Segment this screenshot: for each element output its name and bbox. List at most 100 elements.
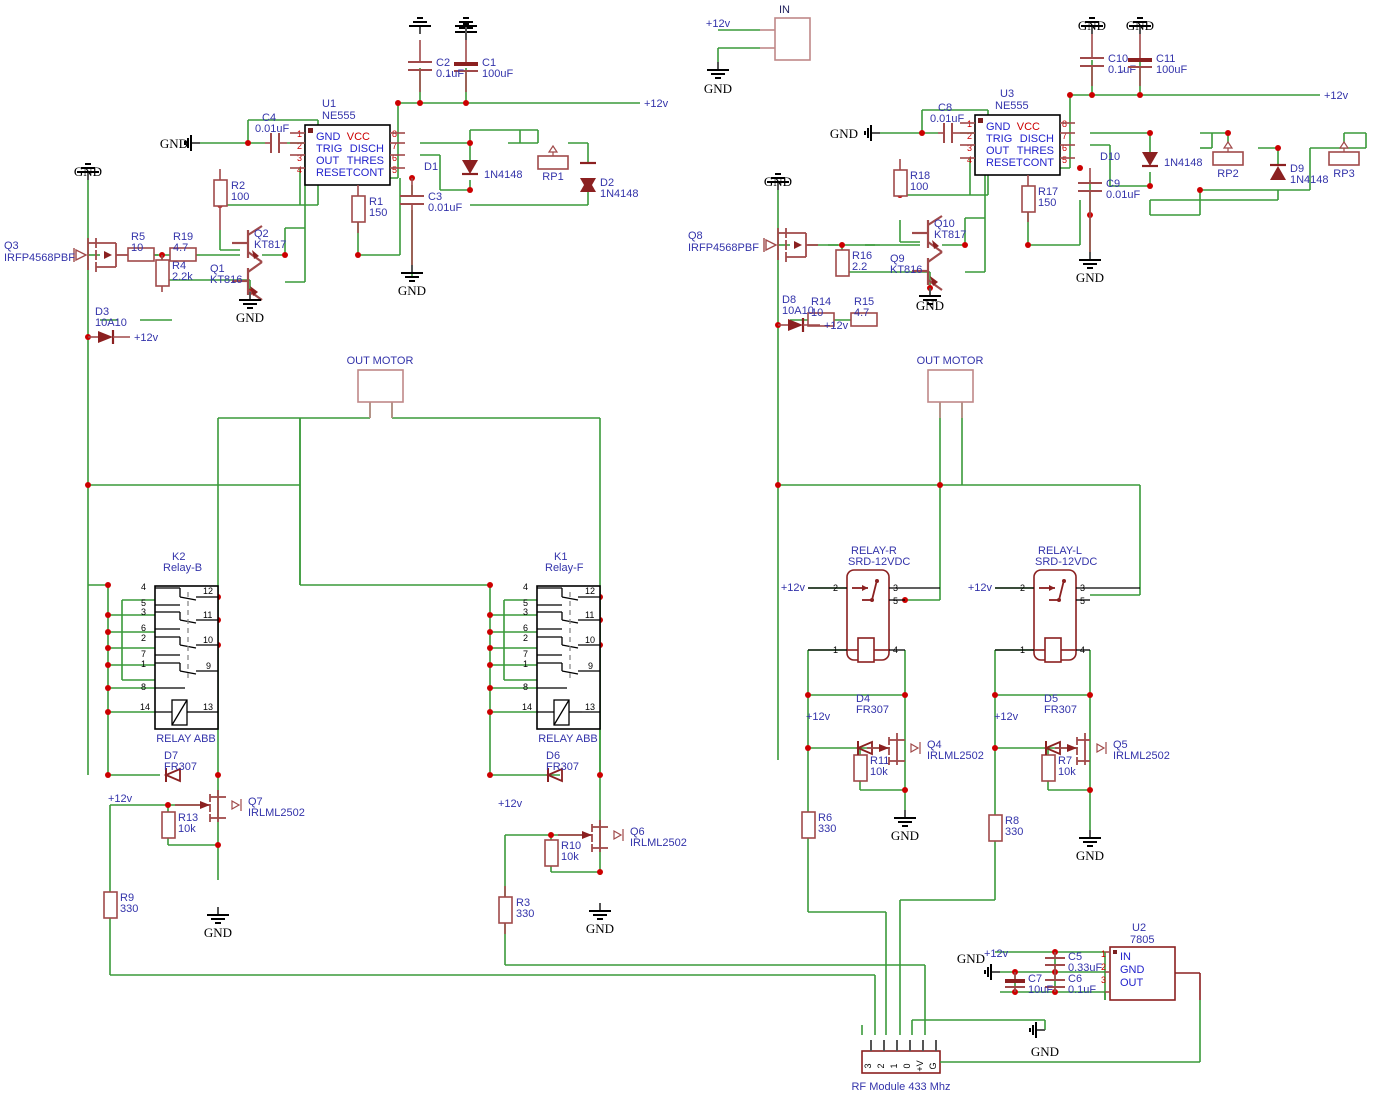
k2-pin-8: 8 [141,682,146,692]
diode-d7[interactable]: D7 FR307 [163,750,197,783]
resistor-r10[interactable]: R10 10k [544,839,581,867]
k1-pin-6: 6 [523,623,528,633]
connector-out-motor-left[interactable]: OUT MOTOR [347,355,414,418]
resistor-r15[interactable]: R15 4.7 [850,296,878,327]
transistor-q3-irfp4568pbf[interactable]: Q3 IRFP4568PBF [4,232,128,276]
ic-u3-pin-thres: THRES [1017,145,1054,157]
resistor-r1[interactable]: R1 150 [351,185,387,233]
c1-value: 100uF [482,68,513,80]
diode-d4[interactable]: D4 FR307 [855,693,889,756]
k1-pin-4: 4 [523,582,528,592]
c9-value: 0.01uF [1106,189,1141,201]
transistor-q1-kt816[interactable]: Q1 KT816 [210,261,263,301]
resistor-r2[interactable]: R2 100 [213,169,249,230]
resistor-r18[interactable]: R18 100 [893,159,930,197]
resistor-r17[interactable]: R17 150 [1021,175,1058,222]
k2-pin-12: 12 [203,586,213,596]
resistor-r8[interactable]: R8 330 [988,814,1023,842]
resistor-r13[interactable]: R13 10k [161,811,198,839]
relay-l[interactable]: RELAY-L SRD-12VDC 2 3 5 1 4 +12v [968,545,1140,663]
k1-pin-7: 7 [523,649,528,659]
resistor-r7[interactable]: R7 10k [1041,754,1076,782]
resistor-r11[interactable]: R11 10k [853,754,889,782]
transistor-q5-irlml2502[interactable]: Q5 IRLML2502 [1055,733,1170,765]
capacitor-c4[interactable]: C4 0.01uF [255,112,290,153]
resistor-r16[interactable]: R16 2.2 [835,249,872,277]
ic-u1-ne555[interactable]: U1 NE555 GND TRIG OUT RESET VCC DISCH TH… [290,98,405,186]
q3-ref: Q3 [4,240,19,252]
r4-value: 2.2k [172,271,193,283]
ic-u3-ne555[interactable]: U3 NE555 GND TRIG OUT RESET VCC DISCH TH… [960,88,1075,176]
capacitor-c11[interactable]: - C11 100uF [1121,34,1187,86]
capacitor-c9[interactable]: C9 0.01uF [1078,168,1141,252]
supply-label-5: +12v [108,793,133,805]
supply-label-1: +12v [644,98,669,110]
connector-in[interactable]: IN +12v GND [704,4,811,96]
schematic-canvas: U1 NE555 GND TRIG OUT RESET VCC DISCH TH… [4,4,1367,1093]
potentiometer-rp2[interactable]: RP2 [1212,140,1244,180]
supply-label-7: +12v [806,711,831,723]
resistor-r5[interactable]: R5 10 [127,231,155,262]
q3-part: IRFP4568PBF [4,252,75,264]
k1-pin-12: 12 [585,586,595,596]
supply-net-labels: +12v +12v +12v +12v +12v +12v +12v +12v … [108,90,1349,960]
r13-value: 10k [178,823,196,835]
diode-d5[interactable]: D5 FR307 [1043,693,1077,756]
ic-u1-pin-cont: CONT [353,167,384,179]
rp1-ref: RP1 [542,171,563,183]
gnd-label-9: GND [1126,18,1154,33]
capacitor-c1[interactable]: - C1 100uF [447,23,513,92]
diode-d1[interactable]: D1 1N4148 [424,160,523,181]
connector-out-motor-right[interactable]: OUT MOTOR [917,355,984,418]
diode-d9[interactable]: D9 1N4148 [1270,163,1329,186]
transistor-q8-irfp4568pbf[interactable]: Q8 IRFP4568PBF [688,228,818,262]
connector-rf-module[interactable]: 3 2 1 0 +V G RF Module 433 Mhz [851,1000,1201,1093]
ic-u2-7805[interactable]: U2 7805 IN GND OUT 1 2 3 [1101,922,1201,1001]
resistor-r9[interactable]: R9 330 [103,891,138,919]
d6-part: FR307 [546,761,579,773]
diode-d3[interactable]: D3 10A10 [88,306,130,344]
c4-value: 0.01uF [255,123,290,135]
capacitor-c8[interactable]: C8 0.01uF [930,102,965,143]
diode-d6[interactable]: D6 FR307 [545,750,579,783]
rp3-ref: RP3 [1333,168,1354,180]
supply-label-4: +12v [824,320,849,332]
d10-part: 1N4148 [1164,157,1203,169]
rf-pin-3: 3 [863,1063,873,1068]
q10-part: KT817 [934,229,966,241]
d5-part: FR307 [1044,704,1077,716]
k2-name: Relay-B [163,562,202,574]
resistor-r19[interactable]: R19 4.7 [169,231,197,262]
rp2-ref: RP2 [1217,168,1238,180]
k2-pin-2: 2 [141,633,146,643]
gnd-label-10: GND [830,126,858,141]
transistor-q10-kt817[interactable]: Q10 KT817 [912,215,966,253]
k1-pin-11: 11 [585,610,594,620]
gnd-label-13: GND [764,174,792,189]
relay-r-pin-2: 2 [833,583,838,593]
d3-part: 10A10 [95,317,127,329]
rf-pin-0: 0 [902,1063,912,1068]
diode-d10[interactable]: D10 1N4148 [1100,151,1203,169]
ic-u3-pin-cont: CONT [1023,157,1054,169]
potentiometer-rp1[interactable]: RP1 [537,144,569,183]
c7-value: 10uF [1028,984,1053,996]
supply-label-3: +12v [1324,90,1349,102]
transistor-q9-kt816[interactable]: Q9 KT816 [890,251,943,291]
k2-pin-10: 10 [203,635,213,645]
q7-part: IRLML2502 [248,807,305,819]
relay-r[interactable]: RELAY-R SRD-12VDC 2 3 5 1 4 +12v [781,545,940,663]
r11-value: 10k [870,766,888,778]
transistor-q2-kt817[interactable]: Q2 KT817 [232,225,286,263]
resistor-r3[interactable]: R3 330 [498,886,534,934]
relay-l-supply: +12v [968,582,993,594]
r6-value: 330 [818,823,836,835]
d2-part: 1N4148 [600,188,639,200]
capacitor-c3[interactable]: C3 0.01uF [400,178,463,265]
gnd-label-3: GND [236,310,264,325]
ic-u1-pin-vcc: VCC [347,131,370,143]
r7-value: 10k [1058,766,1076,778]
resistor-r6[interactable]: R6 330 [801,811,836,839]
capacitor-c10[interactable]: C10 0.1uF [1080,34,1136,86]
r1-value: 150 [369,207,387,219]
